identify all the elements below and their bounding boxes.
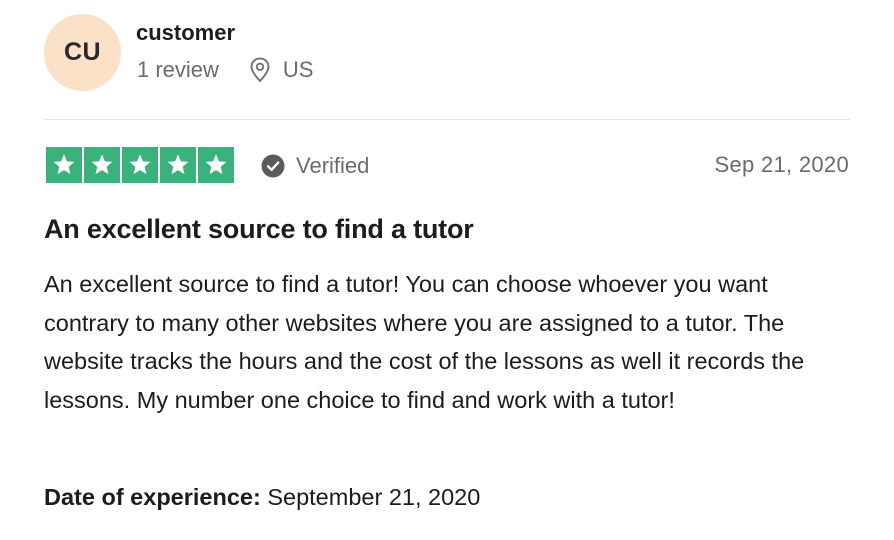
star-icon [122, 147, 158, 183]
verified-badge[interactable]: Verified [261, 153, 369, 179]
date-of-experience: Date of experience: September 21, 2020 [44, 484, 480, 511]
star-icon [160, 147, 196, 183]
reviewer-meta: 1 review US [137, 57, 313, 83]
review-date: Sep 21, 2020 [714, 152, 849, 177]
star-icon [198, 147, 234, 183]
star-rating [46, 147, 234, 183]
verified-label: Verified [296, 153, 370, 178]
experience-value: September 21, 2020 [267, 484, 481, 510]
divider [44, 119, 850, 120]
reviewer-location: US [282, 57, 314, 82]
review-title[interactable]: An excellent source to find a tutor [44, 214, 474, 245]
experience-label: Date of experience: [44, 484, 261, 510]
review-count: 1 review [137, 57, 219, 82]
star-icon [84, 147, 120, 183]
review-card: CU customer 1 review US Verified Sep 21,… [0, 0, 894, 540]
star-icon [46, 147, 82, 183]
map-pin-icon [249, 57, 271, 83]
avatar-initials: CU [63, 38, 102, 66]
avatar[interactable]: CU [44, 14, 121, 91]
check-circle-icon [261, 154, 285, 178]
review-body: An excellent source to find a tutor! You… [44, 271, 805, 413]
reviewer-name[interactable]: customer [136, 20, 235, 46]
